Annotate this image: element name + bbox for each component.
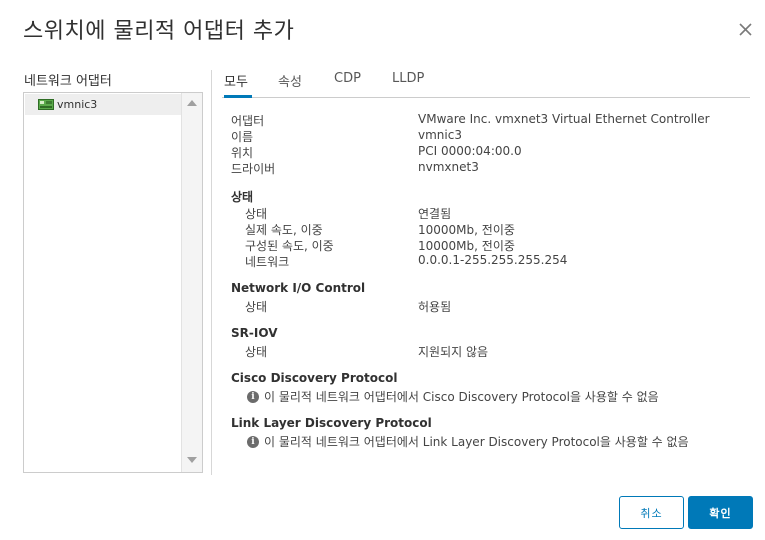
detail-value: PCI 0000:04:00.0 — [418, 144, 522, 158]
adapter-list: vmnic3 — [23, 92, 203, 473]
sriov-row: 상태 지원되지 않음 — [231, 343, 731, 359]
detail-value: 연결됨 — [418, 207, 452, 221]
section-title-network-io: Network I/O Control — [231, 281, 366, 295]
detail-value: nvmxnet3 — [418, 160, 479, 174]
scroll-up-icon[interactable] — [187, 100, 197, 106]
detail-value: VMware Inc. vmxnet3 Virtual Ethernet Con… — [418, 112, 710, 126]
detail-key: 상태 — [245, 300, 268, 314]
detail-key: 실제 속도, 이중 — [245, 223, 323, 237]
scroll-down-icon[interactable] — [187, 457, 197, 463]
cdp-message-text: 이 물리적 네트워크 어댑터에서 Cisco Discovery Protoco… — [264, 390, 659, 404]
detail-key: 이름 — [231, 130, 254, 144]
section-title-lldp: Link Layer Discovery Protocol — [231, 416, 432, 430]
vertical-divider — [211, 70, 212, 475]
status-row: 구성된 속도, 이중 10000Mb, 전이중 — [231, 237, 731, 253]
network-io-row: 상태 허용됨 — [231, 298, 731, 314]
detail-row-adapter: 어댑터 VMware Inc. vmxnet3 Virtual Ethernet… — [231, 112, 731, 128]
info-icon: i — [247, 390, 259, 403]
detail-key: 어댑터 — [231, 114, 265, 128]
detail-key: 상태 — [245, 207, 268, 221]
close-button[interactable] — [734, 18, 756, 40]
lldp-message-text: 이 물리적 네트워크 어댑터에서 Link Layer Discovery Pr… — [264, 435, 689, 449]
adapter-name: vmnic3 — [57, 98, 98, 111]
lldp-message: i 이 물리적 네트워크 어댑터에서 Link Layer Discovery … — [247, 433, 689, 450]
tab-properties[interactable]: 속성 — [278, 68, 302, 98]
detail-value: vmnic3 — [418, 128, 462, 142]
detail-row-location: 위치 PCI 0000:04:00.0 — [231, 144, 731, 160]
cdp-message: i 이 물리적 네트워크 어댑터에서 Cisco Discovery Proto… — [247, 388, 659, 405]
tab-cdp[interactable]: CDP — [334, 68, 361, 98]
status-row: 상태 연결됨 — [231, 205, 731, 221]
detail-key: 상태 — [245, 345, 268, 359]
info-icon: i — [247, 435, 259, 448]
status-row: 실제 속도, 이중 10000Mb, 전이중 — [231, 221, 731, 237]
section-title-status: 상태 — [231, 190, 254, 204]
tab-all[interactable]: 모두 — [224, 68, 252, 98]
close-icon — [739, 23, 752, 36]
adapter-list-scrollbar[interactable] — [181, 93, 202, 472]
dialog-title: 스위치에 물리적 어댑터 추가 — [23, 19, 295, 44]
section-title-cdp: Cisco Discovery Protocol — [231, 371, 398, 385]
detail-value: 0.0.0.1-255.255.255.254 — [418, 253, 568, 267]
adapter-list-label: 네트워크 어댑터 — [24, 74, 112, 89]
detail-key: 구성된 속도, 이중 — [245, 239, 334, 253]
cancel-button[interactable]: 취소 — [619, 496, 684, 529]
tab-lldp[interactable]: LLDP — [392, 68, 424, 98]
detail-key: 위치 — [231, 146, 254, 160]
detail-row-driver: 드라이버 nvmxnet3 — [231, 160, 731, 176]
adapter-item-vmnic3[interactable]: vmnic3 — [25, 94, 182, 115]
detail-value: 허용됨 — [418, 300, 452, 314]
detail-value: 10000Mb, 전이중 — [418, 239, 515, 253]
detail-key: 드라이버 — [231, 162, 276, 176]
network-adapter-icon — [38, 99, 54, 110]
detail-row-name: 이름 vmnic3 — [231, 128, 731, 144]
detail-key: 네트워크 — [245, 255, 290, 269]
status-row: 네트워크 0.0.0.1-255.255.255.254 — [231, 253, 731, 269]
section-title-sriov: SR-IOV — [231, 326, 278, 340]
detail-value: 지원되지 않음 — [418, 345, 489, 359]
ok-button[interactable]: 확인 — [688, 496, 753, 529]
detail-value: 10000Mb, 전이중 — [418, 223, 515, 237]
tab-bar: 모두 속성 CDP LLDP — [222, 68, 750, 98]
